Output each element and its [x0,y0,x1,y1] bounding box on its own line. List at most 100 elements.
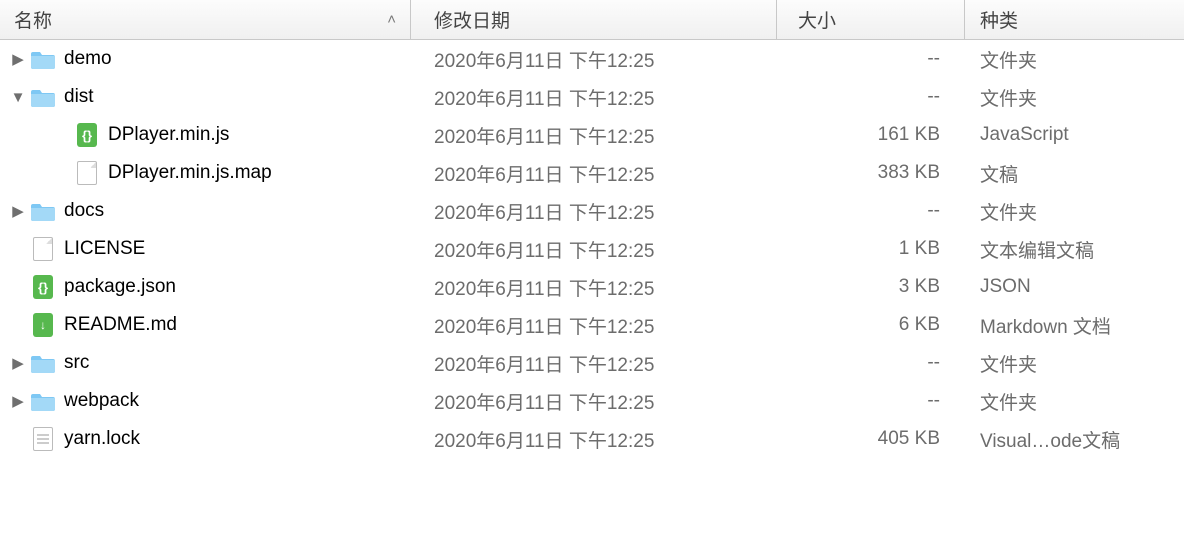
disclosure-spacer [50,123,74,147]
cell-name: ↓ README.md [0,312,410,338]
file-name: DPlayer.min.js.map [108,162,272,184]
file-name: package.json [64,276,176,298]
cell-date: 2020年6月11日 下午12:25 [410,312,776,339]
table-row[interactable]: ↓ README.md 2020年6月11日 下午12:256 KBMarkdown… [0,306,1184,344]
cell-size: 1 KB [776,238,964,260]
file-name: webpack [64,390,139,412]
cell-kind: Visual…ode文稿 [964,426,1184,453]
column-header-date[interactable]: 修改日期 [410,6,776,33]
cell-date: 2020年6月11日 下午12:25 [410,388,776,415]
file-name: src [64,352,89,374]
cell-kind: JavaScript [964,124,1184,146]
cell-kind: 文件夹 [964,350,1184,377]
file-name: dist [64,86,94,108]
cell-kind: 文件夹 [964,388,1184,415]
cell-name: ▶ demo [0,46,410,72]
folder-icon [30,350,56,376]
sort-ascending-icon: ˄ [387,11,396,28]
column-label-name: 名称 [14,6,52,33]
file-icon [74,160,100,186]
table-row[interactable]: DPlayer.min.js.map 2020年6月11日 下午12:25383 … [0,154,1184,192]
cell-size: -- [776,86,964,108]
cell-name: LICENSE [0,236,410,262]
text-file-icon [30,426,56,452]
cell-name: {}package.json [0,274,410,300]
cell-size: -- [776,200,964,222]
folder-icon [30,198,56,224]
cell-kind: 文稿 [964,160,1184,187]
file-icon [30,236,56,262]
cell-size: -- [776,390,964,412]
cell-kind: 文件夹 [964,198,1184,225]
file-name: demo [64,48,112,70]
cell-date: 2020年6月11日 下午12:25 [410,198,776,225]
cell-date: 2020年6月11日 下午12:25 [410,122,776,149]
disclosure-down-icon[interactable]: ▼ [6,85,30,109]
cell-size: 6 KB [776,314,964,336]
table-row[interactable]: LICENSE 2020年6月11日 下午12:251 KB文本编辑文稿 [0,230,1184,268]
disclosure-spacer [6,275,30,299]
column-header-size[interactable]: 大小 [776,6,964,33]
disclosure-spacer [6,427,30,451]
table-row[interactable]: ▶ demo 2020年6月11日 下午12:25--文件夹 [0,40,1184,78]
cell-name: ▶ webpack [0,388,410,414]
disclosure-right-icon[interactable]: ▶ [6,47,30,71]
cell-name: {} DPlayer.min.js [0,122,410,148]
cell-size: 3 KB [776,276,964,298]
cell-name: DPlayer.min.js.map [0,160,410,186]
column-header-kind[interactable]: 种类 [964,6,1184,33]
cell-name: ▶ docs [0,198,410,224]
cell-size: 383 KB [776,162,964,184]
markdown-file-icon: ↓ [30,312,56,338]
column-divider[interactable] [410,0,411,39]
cell-name: yarn.lock [0,426,410,452]
column-label-size: 大小 [798,11,836,32]
cell-date: 2020年6月11日 下午12:25 [410,274,776,301]
table-row[interactable]: ▶ docs 2020年6月11日 下午12:25--文件夹 [0,192,1184,230]
disclosure-spacer [6,313,30,337]
cell-date: 2020年6月11日 下午12:25 [410,46,776,73]
column-header-name[interactable]: 名称 ˄ [0,6,410,33]
cell-date: 2020年6月11日 下午12:25 [410,350,776,377]
cell-date: 2020年6月11日 下午12:25 [410,426,776,453]
cell-date: 2020年6月11日 下午12:25 [410,84,776,111]
column-label-date: 修改日期 [434,11,510,32]
cell-kind: Markdown 文档 [964,312,1184,339]
cell-date: 2020年6月11日 下午12:25 [410,236,776,263]
cell-size: 161 KB [776,124,964,146]
cell-size: -- [776,352,964,374]
cell-name: ▶ src [0,350,410,376]
cell-size: -- [776,48,964,70]
column-header: 名称 ˄ 修改日期 大小 种类 [0,0,1184,40]
disclosure-spacer [50,161,74,185]
disclosure-right-icon[interactable]: ▶ [6,351,30,375]
disclosure-right-icon[interactable]: ▶ [6,199,30,223]
table-row[interactable]: {}package.json2020年6月11日 下午12:253 KBJSON [0,268,1184,306]
cell-kind: 文件夹 [964,84,1184,111]
column-label-kind: 种类 [980,11,1018,32]
file-name: docs [64,200,104,222]
cell-name: ▼ dist [0,84,410,110]
column-divider[interactable] [964,0,965,39]
table-row[interactable]: ▼ dist 2020年6月11日 下午12:25--文件夹 [0,78,1184,116]
disclosure-right-icon[interactable]: ▶ [6,389,30,413]
table-row[interactable]: {} DPlayer.min.js 2020年6月11日 下午12:25161 KB… [0,116,1184,154]
column-divider[interactable] [776,0,777,39]
table-row[interactable]: yarn.lock 2020年6月11日 下午12:25405 KBVisual…… [0,420,1184,458]
file-name: README.md [64,314,177,336]
cell-size: 405 KB [776,428,964,450]
folder-icon [30,46,56,72]
table-row[interactable]: ▶ webpack 2020年6月11日 下午12:25--文件夹 [0,382,1184,420]
file-listing: ▶demo2020年6月11日 下午12:25--文件夹▼dist2020年6月… [0,40,1184,458]
cell-kind: 文本编辑文稿 [964,236,1184,263]
json-file-icon: {} [74,122,100,148]
file-name: DPlayer.min.js [108,124,229,146]
folder-icon [30,388,56,414]
cell-kind: 文件夹 [964,46,1184,73]
folder-icon [30,84,56,110]
file-name: LICENSE [64,238,145,260]
cell-kind: JSON [964,276,1184,298]
file-name: yarn.lock [64,428,140,450]
cell-date: 2020年6月11日 下午12:25 [410,160,776,187]
table-row[interactable]: ▶ src 2020年6月11日 下午12:25--文件夹 [0,344,1184,382]
